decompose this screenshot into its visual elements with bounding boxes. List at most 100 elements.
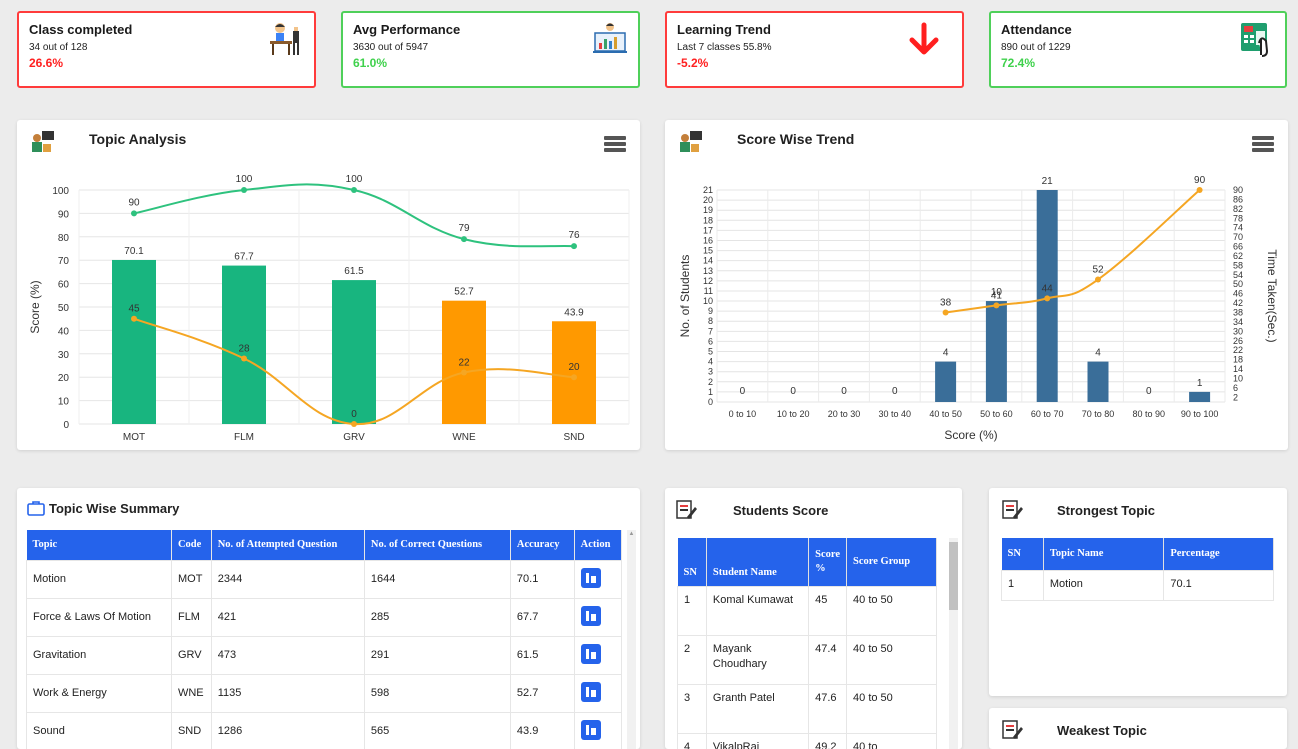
y-tick-label: 17 [703, 225, 713, 235]
x-tick-label: GRV [343, 432, 365, 443]
x-tick-label: 60 to 70 [1031, 409, 1064, 419]
weakest-topic-panel: Weakest Topic [989, 708, 1287, 749]
column-header[interactable]: Code [171, 530, 212, 560]
cell-action [573, 597, 623, 637]
series-point [571, 374, 577, 381]
series-point [942, 309, 949, 316]
table-row: 1 Motion 70.1 [1001, 569, 1274, 601]
topic-analysis-panel: Topic Analysis 0 10 20 30 40 50 60 70 80 90 100 Sco… [17, 120, 640, 450]
x-tick-label: 40 to 50 [929, 409, 962, 419]
chart-menu-icon[interactable] [604, 136, 626, 154]
cell-accuracy: 61.5 [509, 635, 575, 675]
series-point [993, 302, 1000, 309]
y2-tick-label: 6 [1233, 383, 1238, 393]
column-header[interactable]: Action [574, 530, 623, 560]
column-header[interactable]: SN [1001, 538, 1044, 570]
y-tick-label: 40 [58, 326, 70, 337]
view-report-button[interactable] [580, 681, 601, 702]
series-point [461, 236, 467, 243]
arrow-down-icon [909, 22, 939, 55]
y2-tick-label: 82 [1233, 204, 1243, 214]
column-header[interactable]: SN [677, 538, 707, 586]
y2-tick-label: 90 [1233, 185, 1243, 195]
x-tick-label: 20 to 30 [828, 409, 861, 419]
y2-tick-label: 14 [1233, 364, 1243, 374]
y-tick-label: 16 [703, 235, 713, 245]
bar-value-label: 21 [1042, 176, 1054, 187]
stat-title: Avg Performance [353, 22, 461, 37]
column-header[interactable]: Percentage [1163, 538, 1274, 570]
cell-sn: 3 [677, 683, 707, 734]
view-report-button[interactable] [580, 719, 601, 740]
y-tick-label: 13 [703, 266, 713, 276]
y2-tick-label: 54 [1233, 270, 1243, 280]
y-axis-label: No. of Students [678, 255, 692, 338]
strongest-topic-panel: Strongest Topic SN Topic Name Percentage… [989, 488, 1287, 696]
bar [1087, 361, 1109, 402]
topic-summary-panel: Topic Wise Summary Topic Code No. of Att… [17, 488, 640, 749]
y2-tick-label: 38 [1233, 307, 1243, 317]
column-header[interactable]: No. of Attempted Question [211, 530, 365, 560]
view-report-button[interactable] [580, 643, 601, 664]
column-header[interactable]: Score Group [846, 538, 937, 586]
column-header[interactable]: Score % [808, 538, 848, 586]
stat-percent: 61.0% [353, 56, 388, 70]
table-header-row: Topic Code No. of Attempted Question No.… [26, 530, 623, 560]
cell-sn: 1 [677, 585, 707, 636]
score-trend-chart: 0123456789101112131415161718192021261014… [678, 175, 1279, 442]
y-tick-label: 5 [708, 347, 713, 357]
cell-action [573, 635, 623, 675]
students-score-table: SN Student Name Score % Score Group 1 Kom… [677, 538, 937, 749]
table-scrollbar[interactable]: ▲ [627, 530, 636, 749]
cell-code: FLM [170, 597, 212, 637]
cell-topic: Work & Energy [26, 673, 172, 713]
y2-tick-label: 26 [1233, 336, 1243, 346]
stat-subtitle: 3630 out of 5947 [353, 42, 429, 53]
y-tick-label: 0 [708, 397, 713, 407]
series-point [351, 421, 357, 427]
y-tick-label: 8 [708, 316, 713, 326]
students-scrollbar[interactable] [949, 538, 958, 749]
point-value-label: 44 [1042, 283, 1054, 294]
y2-axis-label: Time Taken(Sec.) [1265, 249, 1279, 342]
panel-header: Score Wise Trend [665, 120, 1288, 158]
panel-title: Topic Wise Summary [49, 500, 180, 516]
point-value-label: 90 [128, 197, 140, 208]
stat-card-learning-trend: Learning Trend Last 7 classes 55.8% -5.2… [665, 11, 964, 88]
y2-tick-label: 18 [1233, 355, 1243, 365]
cell-score-group: 40 to 50 [846, 585, 937, 636]
notepad-pencil-icon [1002, 720, 1023, 739]
column-header[interactable]: Student Name [706, 538, 810, 586]
series-point [131, 315, 137, 322]
y2-tick-label: 50 [1233, 279, 1243, 289]
bar-value-label: 0 [790, 386, 796, 397]
column-header[interactable]: Topic [26, 530, 172, 560]
column-header[interactable]: Topic Name [1043, 538, 1165, 570]
view-report-button[interactable] [580, 567, 601, 588]
y-tick-label: 7 [708, 326, 713, 336]
series-point [1044, 295, 1051, 302]
point-value-label: 79 [458, 223, 470, 234]
cell-student-name: Granth Patel [705, 683, 810, 734]
chart-menu-icon[interactable] [1252, 136, 1274, 154]
column-header[interactable]: Accuracy [510, 530, 575, 560]
series-point [571, 243, 577, 250]
y-tick-label: 4 [708, 357, 713, 367]
y-tick-label: 3 [708, 367, 713, 377]
cell-score: 47.6 [808, 683, 848, 734]
view-report-button[interactable] [580, 605, 601, 626]
y-tick-label: 2 [708, 377, 713, 387]
y-tick-label: 70 [58, 256, 70, 267]
y-tick-label: 19 [703, 205, 713, 215]
cell-accuracy: 52.7 [509, 673, 575, 713]
point-value-label: 28 [238, 343, 250, 354]
point-value-label: 0 [351, 409, 357, 420]
cell-code: WNE [170, 673, 212, 713]
stat-card-attendance: Attendance 890 out of 1229 72.4% [989, 11, 1287, 88]
column-header[interactable]: No. of Correct Questions [364, 530, 511, 560]
y-tick-label: 1 [708, 387, 713, 397]
scrollbar-thumb[interactable] [949, 542, 958, 610]
cell-code: GRV [170, 635, 212, 675]
bar-value-label: 0 [841, 386, 847, 397]
y2-tick-label: 2 [1233, 392, 1238, 402]
